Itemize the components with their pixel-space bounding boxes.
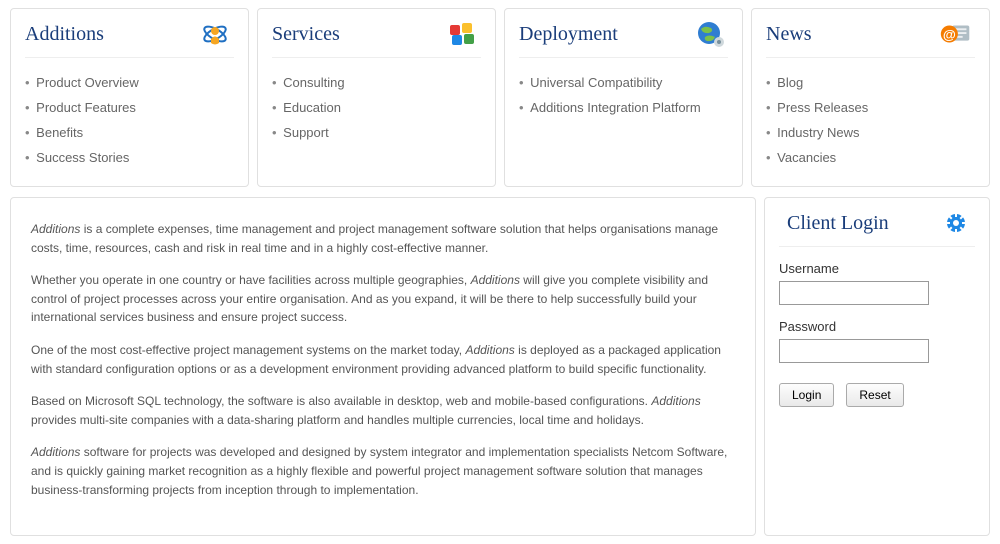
product-name: Additions	[31, 222, 80, 236]
card-list: Product Overview Product Features Benefi…	[25, 70, 234, 170]
list-item[interactable]: Success Stories	[25, 145, 234, 170]
list-item[interactable]: Vacancies	[766, 145, 975, 170]
login-title: Client Login	[779, 212, 889, 235]
card-list: Universal Compatibility Additions Integr…	[519, 70, 728, 120]
list-item[interactable]: Universal Compatibility	[519, 70, 728, 95]
list-item[interactable]: Benefits	[25, 120, 234, 145]
content-paragraph: Whether you operate in one country or ha…	[31, 271, 735, 327]
content-paragraph: One of the most cost-effective project m…	[31, 341, 735, 378]
content-paragraph: Additions is a complete expenses, time m…	[31, 220, 735, 257]
card-title: Additions	[25, 23, 104, 46]
gear-icon	[937, 208, 975, 238]
username-label: Username	[779, 261, 975, 276]
at-news-icon: @	[937, 19, 975, 49]
card-header: Services	[272, 19, 481, 58]
list-item[interactable]: Product Overview	[25, 70, 234, 95]
card-header: Deployment	[519, 19, 728, 58]
list-item[interactable]: Press Releases	[766, 95, 975, 120]
list-item[interactable]: Product Features	[25, 95, 234, 120]
card-title: News	[766, 23, 812, 46]
card-list: Blog Press Releases Industry News Vacanc…	[766, 70, 975, 170]
password-label: Password	[779, 319, 975, 334]
cards-row: Additions Product Overview Product Featu…	[10, 8, 990, 187]
globe-icon	[690, 19, 728, 49]
card-title: Services	[272, 23, 340, 46]
card-services: Services Consulting Education Support	[257, 8, 496, 187]
list-item[interactable]: Consulting	[272, 70, 481, 95]
card-title: Deployment	[519, 23, 618, 46]
reset-button[interactable]: Reset	[846, 383, 903, 407]
list-item[interactable]: Support	[272, 120, 481, 145]
card-header: News @	[766, 19, 975, 58]
product-name: Additions	[31, 445, 80, 459]
list-item[interactable]: Industry News	[766, 120, 975, 145]
card-list: Consulting Education Support	[272, 70, 481, 145]
login-button[interactable]: Login	[779, 383, 834, 407]
content-paragraph: Additions software for projects was deve…	[31, 443, 735, 499]
username-input[interactable]	[779, 281, 929, 305]
puzzle-pieces-icon	[443, 19, 481, 49]
card-deployment: Deployment Universal Compatibility Addit…	[504, 8, 743, 187]
login-buttons: Login Reset	[779, 383, 975, 407]
atom-person-icon	[196, 19, 234, 49]
product-name: Additions	[651, 394, 700, 408]
product-name: Additions	[471, 273, 520, 287]
card-additions: Additions Product Overview Product Featu…	[10, 8, 249, 187]
login-header: Client Login	[779, 208, 975, 247]
content-paragraph: Based on Microsoft SQL technology, the s…	[31, 392, 735, 429]
card-header: Additions	[25, 19, 234, 58]
card-news: News @ Blog Press Releases Industry News…	[751, 8, 990, 187]
list-item[interactable]: Additions Integration Platform	[519, 95, 728, 120]
list-item[interactable]: Blog	[766, 70, 975, 95]
password-input[interactable]	[779, 339, 929, 363]
svg-text:@: @	[943, 27, 956, 42]
product-name: Additions	[465, 343, 514, 357]
main-row: Additions is a complete expenses, time m…	[10, 197, 990, 536]
content-panel: Additions is a complete expenses, time m…	[10, 197, 756, 536]
login-panel: Client Login	[764, 197, 990, 536]
list-item[interactable]: Education	[272, 95, 481, 120]
